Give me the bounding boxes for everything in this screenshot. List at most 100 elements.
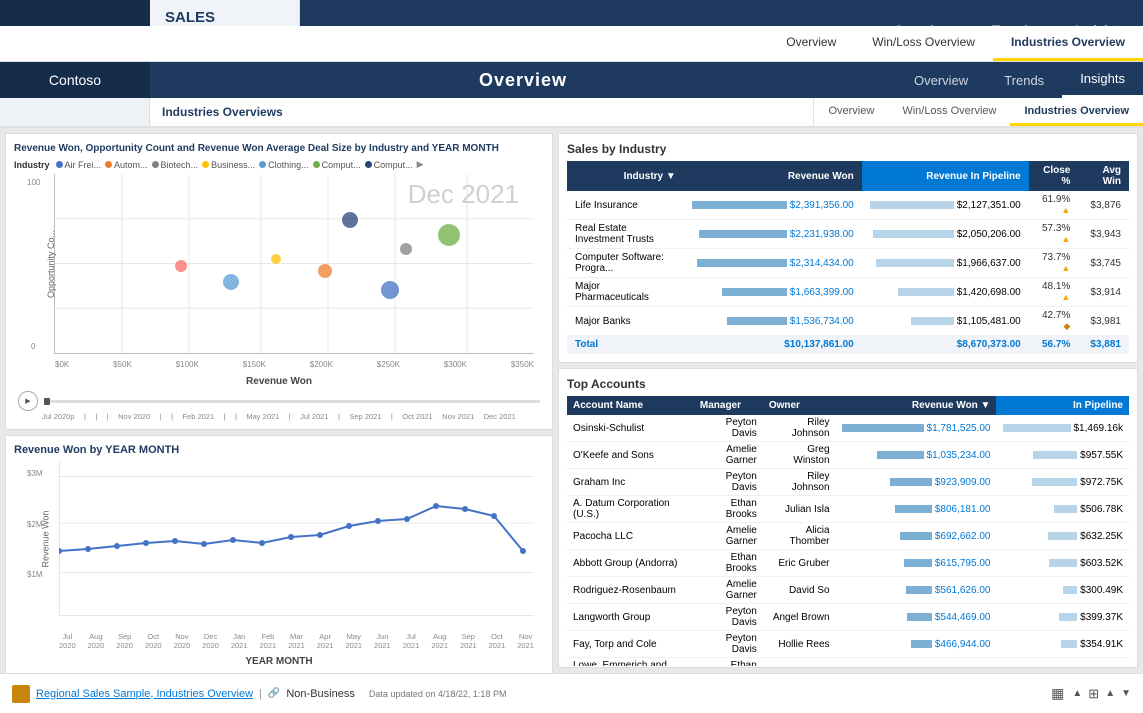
nav-main-title: Overview: [479, 70, 567, 91]
nav-title-area: Overview: [150, 62, 896, 98]
playback-track[interactable]: [44, 400, 540, 403]
bubble-1: [381, 281, 399, 299]
right-panel: Sales by Industry Industry ▼ Revenue Won…: [558, 133, 1138, 668]
time-ticks: Jul 2020p ||| Nov 2020 || Feb 2021 || Ma…: [14, 412, 544, 421]
legend-label: Industry: [14, 160, 50, 170]
playback-thumb: [44, 398, 50, 405]
chevron-up-btn2[interactable]: ▲: [1105, 688, 1115, 699]
table-row: Computer Software: Progra... $2,314,434.…: [567, 249, 1129, 278]
bubble-7: [342, 212, 358, 228]
legend-item-7: Comput...: [365, 160, 413, 170]
table-row: Abbott Group (Andorra) Ethan Brooks Eric…: [567, 550, 1129, 577]
col-in-pipeline: In Pipeline: [996, 396, 1129, 415]
secondary-tab-overview[interactable]: Overview: [768, 26, 854, 61]
sub-tab-winloss[interactable]: Win/Loss Overview: [888, 98, 1010, 126]
line-chart-title: Revenue Won by YEAR MONTH: [14, 444, 544, 456]
sub-tab-industries[interactable]: Industries Overview: [1010, 98, 1143, 126]
bubble-3: [400, 243, 412, 255]
left-panel: Revenue Won, Opportunity Count and Reven…: [5, 133, 553, 668]
table-row: O'Keefe and Sons Amelie Garner Greg Wins…: [567, 442, 1129, 469]
legend-item-6: Comput...: [313, 160, 361, 170]
table-row: Fay, Torp and Cole Peyton Davis Hollie R…: [567, 631, 1129, 658]
bubble-2: [318, 264, 332, 278]
bottom-bar: Regional Sales Sample, Industries Overvi…: [0, 673, 1143, 713]
secondary-nav: Overview Win/Loss Overview Industries Ov…: [0, 26, 1143, 62]
chevron-down-btn[interactable]: ▼: [1121, 688, 1131, 699]
secondary-tab-industries[interactable]: Industries Overview: [993, 26, 1143, 61]
top-accounts-section: Top Accounts Account Name Manager Owner …: [558, 368, 1138, 668]
app-title: SALES: [165, 9, 215, 26]
sales-table-title: Sales by Industry: [567, 142, 1129, 156]
table-row: Life Insurance $2,391,356.00 $: [567, 191, 1129, 220]
grid-view-button[interactable]: ⊞: [1088, 686, 1099, 702]
play-button[interactable]: ▶: [18, 391, 38, 411]
legend-item-4: Business...: [202, 160, 255, 170]
table-row: Major Pharmaceuticals $1,663,399.00: [567, 278, 1129, 307]
secondary-tabs: Overview Win/Loss Overview Industries Ov…: [300, 26, 1143, 61]
app-branding: [0, 98, 150, 126]
bubble-8: [175, 260, 187, 272]
bottom-link[interactable]: Regional Sales Sample, Industries Overvi…: [36, 688, 253, 700]
section-title: Industries Overviews: [150, 98, 814, 126]
x-axis-label: Revenue Won: [14, 376, 544, 387]
col-revenue-won: Revenue Won: [684, 161, 862, 191]
table-row: Pacocha LLC Amelie Garner Alicia Thomber…: [567, 523, 1129, 550]
line-x-label: YEAR MONTH: [14, 656, 544, 667]
link-icon: 🔗: [268, 688, 280, 699]
tab-trends-top[interactable]: Trends: [986, 62, 1062, 98]
col-industry: Industry ▼: [567, 161, 684, 191]
bubble-6: [438, 224, 460, 246]
y-tick-0: 0: [31, 342, 35, 351]
chart-legend: Industry Air Frei... Autom... Biotech...…: [14, 159, 544, 170]
table-row: Major Banks $1,536,734.00 $1,1: [567, 307, 1129, 336]
accounts-table-scroll[interactable]: Account Name Manager Owner Revenue Won ▼…: [567, 396, 1129, 666]
bottom-separator: |: [259, 688, 262, 700]
col-owner: Owner: [763, 396, 836, 415]
tab-overview-top[interactable]: Overview: [896, 62, 986, 98]
bottom-controls: ▦ ▲ ⊞ ▲ ▼: [1049, 683, 1131, 704]
top-nav-tabs: Overview Trends Insights: [896, 62, 1143, 98]
legend-more: ▶: [417, 159, 424, 170]
y-tick-3m: $3M: [27, 469, 43, 478]
chart-date-label: Dec 2021: [408, 179, 519, 210]
table-row: Lowe, Emmerich and Casper Ethan Brooks M…: [567, 658, 1129, 667]
sub-header: Industries Overviews Overview Win/Loss O…: [0, 98, 1143, 128]
bottom-meta: Data updated on 4/18/22, 1:18 PM: [369, 689, 507, 699]
legend-item-5: Clothing...: [259, 160, 309, 170]
chevron-up-btn[interactable]: ▲: [1072, 688, 1082, 699]
line-y-label: Revenue Won: [40, 510, 50, 567]
main-header: Contoso Overview Overview Trends Insight…: [0, 62, 1143, 98]
bottom-tag: Non-Business: [286, 688, 354, 700]
sales-table: Industry ▼ Revenue Won Revenue In Pipeli…: [567, 161, 1129, 354]
chart-view-button[interactable]: ▦: [1049, 683, 1066, 704]
meta-section: Data updated on 4/18/22, 1:18 PM: [369, 689, 507, 699]
secondary-tab-winloss[interactable]: Win/Loss Overview: [854, 26, 993, 61]
line-chart-area: Revenue Won $3M $2M $1M: [59, 461, 534, 616]
legend-item-1: Air Frei...: [56, 160, 102, 170]
col-close: Close %: [1029, 161, 1079, 191]
bubble-chart-area: Opportunity Co... 100 0 $0K$50K$100K$150…: [54, 174, 534, 354]
sales-total-row: Total $10,137,861.00 $8,670,373.00 56.7%…: [567, 336, 1129, 354]
y-axis-label: Opportunity Co...: [46, 229, 56, 297]
table-row: Langworth Group Peyton Davis Angel Brown…: [567, 604, 1129, 631]
line-chart-svg: [59, 461, 534, 616]
accounts-table-title: Top Accounts: [567, 377, 1129, 391]
table-row: Osinski-Schulist Peyton Davis Riley John…: [567, 415, 1129, 442]
tab-insights-top[interactable]: Insights: [1062, 62, 1143, 98]
legend-item-3: Biotech...: [152, 160, 199, 170]
col-avg-win: Avg Win: [1078, 161, 1129, 191]
table-row: Real Estate Investment Trusts $2,231,938…: [567, 220, 1129, 249]
line-chart-container: Revenue Won by YEAR MONTH Revenue Won $3…: [5, 435, 553, 673]
line-x-ticks: Jul2020 Aug2020 Sep2020 Oct2020 Nov2020 …: [59, 632, 534, 650]
bubble-4: [271, 254, 281, 264]
table-row: A. Datum Corporation (U.S.) Ethan Brooks…: [567, 496, 1129, 523]
y-tick-1m: $1M: [27, 570, 43, 579]
table-row: Rodriguez-Rosenbaum Amelie Garner David …: [567, 577, 1129, 604]
y-tick-2m: $2M: [27, 520, 43, 529]
accounts-table: Account Name Manager Owner Revenue Won ▼…: [567, 396, 1129, 666]
sub-tab-overview[interactable]: Overview: [814, 98, 888, 126]
secondary-nav-tabs: Overview Win/Loss Overview Industries Ov…: [814, 98, 1143, 126]
logo: Contoso: [49, 72, 101, 88]
col-account-name: Account Name: [567, 396, 694, 415]
col-revenue-won-acct: Revenue Won ▼: [836, 396, 997, 415]
